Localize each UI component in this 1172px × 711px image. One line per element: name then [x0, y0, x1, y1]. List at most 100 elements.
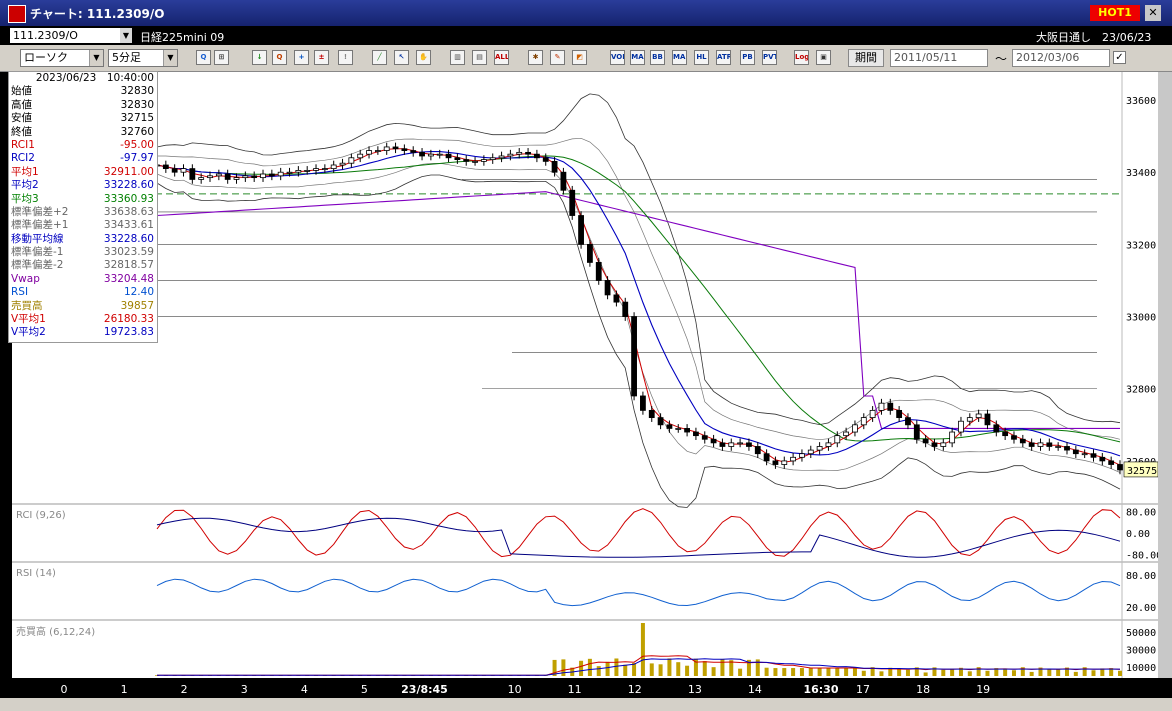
candle-body — [746, 442, 752, 447]
info-label: RCI1 — [11, 138, 35, 151]
zoom-icon[interactable]: Q — [196, 50, 211, 65]
candle-body — [171, 168, 178, 173]
hl-icon[interactable]: HL — [694, 50, 709, 65]
candle-body — [1002, 431, 1009, 437]
candle-body — [949, 431, 956, 444]
bars-icon[interactable]: ▥ — [450, 50, 465, 65]
color-icon[interactable]: ◩ — [572, 50, 587, 65]
info-row: 標準偏差+2 33638.63 — [9, 206, 157, 219]
candle-body — [242, 175, 249, 179]
symbol-bar: 111.2309/O ▼ 日経225mini 09 大阪日通し 23/06/23 — [0, 26, 1172, 45]
time-tick-label: 14 — [747, 683, 762, 696]
info-value: 33228.60 — [103, 232, 154, 245]
log-icon[interactable]: Log — [794, 50, 809, 65]
time-tick-label: 18 — [916, 683, 931, 696]
candle-body — [1117, 464, 1123, 471]
candle-body — [1081, 453, 1088, 456]
print-icon[interactable]: ▣ — [816, 50, 831, 65]
compare-icon[interactable]: ± — [314, 50, 329, 65]
candle-body — [1108, 460, 1115, 465]
info-row: 標準偏差-2 32818.57 — [9, 259, 157, 272]
rci-pane-label: RCI (9,26) — [16, 510, 66, 521]
vertical-scrollbar[interactable] — [1158, 72, 1172, 678]
mae-icon[interactable]: MAE — [672, 50, 687, 65]
candle-body — [913, 424, 920, 440]
atr-icon[interactable]: ATR — [716, 50, 731, 65]
bb-icon[interactable]: BB — [650, 50, 665, 65]
hot-badge[interactable]: HOT1 — [1090, 5, 1140, 21]
info-label: 始値 — [11, 85, 32, 98]
info-label: 終値 — [11, 125, 32, 138]
volume-bar — [1091, 670, 1096, 676]
brush-icon[interactable]: ✎ — [550, 50, 565, 65]
candle-body — [560, 171, 567, 191]
volume-bar — [1047, 669, 1052, 676]
time-tick-label: 11 — [567, 683, 582, 696]
hand-icon[interactable]: ✋ — [416, 50, 431, 65]
volume-bar — [826, 668, 831, 676]
magnify-icon[interactable]: Q — [272, 50, 287, 65]
volume-bar — [923, 672, 928, 676]
candle-body — [604, 280, 611, 296]
candle-body — [304, 170, 311, 172]
candle-body — [754, 446, 761, 455]
candle-body — [268, 173, 275, 177]
chevron-down-icon[interactable]: ▼ — [120, 28, 132, 43]
candle-body — [542, 157, 549, 162]
period-button[interactable]: 期間 — [848, 49, 884, 67]
bottom-status-strip — [0, 698, 1172, 711]
all-icon[interactable]: ALL — [494, 50, 509, 65]
chart-plot-area[interactable]: 3360033400332003300032800326003257580.00… — [12, 72, 1162, 678]
info-label: 標準偏差+2 — [11, 205, 69, 218]
candle-body — [763, 453, 770, 462]
chart-svg[interactable]: 3360033400332003300032800326003257580.00… — [12, 72, 1162, 678]
volume-bar — [738, 668, 743, 676]
settings-icon[interactable]: ✱ — [528, 50, 543, 65]
warning-icon[interactable]: ! — [338, 50, 353, 65]
symbol-selector[interactable]: 111.2309/O ▼ — [10, 28, 132, 43]
pb-icon[interactable]: PB — [740, 50, 755, 65]
volume-bar — [1029, 671, 1034, 676]
candle-body — [737, 442, 744, 445]
close-button[interactable]: ✕ — [1145, 5, 1161, 21]
info-row: 平均1 32911.00 — [9, 166, 157, 179]
date-to-field[interactable]: 2012/03/06 — [1012, 49, 1110, 67]
info-label: 移動平均線 — [11, 232, 64, 245]
volume-bar — [985, 670, 990, 676]
price-tick-label: 33400 — [1126, 168, 1156, 179]
time-tick-label: 5 — [360, 683, 368, 696]
pvt-icon[interactable]: PVT — [762, 50, 777, 65]
interval-select[interactable]: 5分足 ▼ — [108, 49, 178, 67]
chevron-down-icon[interactable]: ▼ — [163, 50, 177, 66]
candle-body — [463, 159, 470, 162]
time-tick-label: 23/8:45 — [401, 683, 448, 696]
candle-body — [595, 262, 602, 281]
candle-body — [233, 177, 240, 180]
chevron-down-icon[interactable]: ▼ — [89, 50, 103, 66]
info-row: 平均3 33360.93 — [9, 193, 157, 206]
candle-body — [569, 189, 576, 216]
date-from-field[interactable]: 2011/05/11 — [890, 49, 988, 67]
bars2-icon[interactable]: ▤ — [472, 50, 487, 65]
volume-bar — [561, 659, 566, 676]
volume-tick-label: 50000 — [1126, 628, 1156, 639]
chart-type-select[interactable]: ローソク ▼ — [20, 49, 104, 67]
price-tick-label: 33000 — [1126, 313, 1156, 324]
rsi-tick-label: 80.00 — [1126, 571, 1156, 582]
arrow-down-icon[interactable]: ↓ — [252, 50, 267, 65]
trendline-icon[interactable]: ╱ — [372, 50, 387, 65]
volume-bar — [773, 668, 778, 676]
volume-bar — [596, 666, 601, 676]
candle-body — [295, 170, 302, 173]
ma-icon[interactable]: MA — [630, 50, 645, 65]
pointer-icon[interactable]: ↖ — [394, 50, 409, 65]
candle-body — [162, 164, 169, 170]
grid-icon[interactable]: ⊞ — [214, 50, 229, 65]
candle-body — [578, 215, 584, 245]
period-checkbox[interactable]: ✓ — [1113, 51, 1126, 64]
info-label: V平均1 — [11, 313, 46, 326]
crosshair-icon[interactable]: + — [294, 50, 309, 65]
candle-body — [975, 413, 982, 419]
volume-icon[interactable]: VOL — [610, 50, 625, 65]
volume-bar — [941, 669, 946, 676]
